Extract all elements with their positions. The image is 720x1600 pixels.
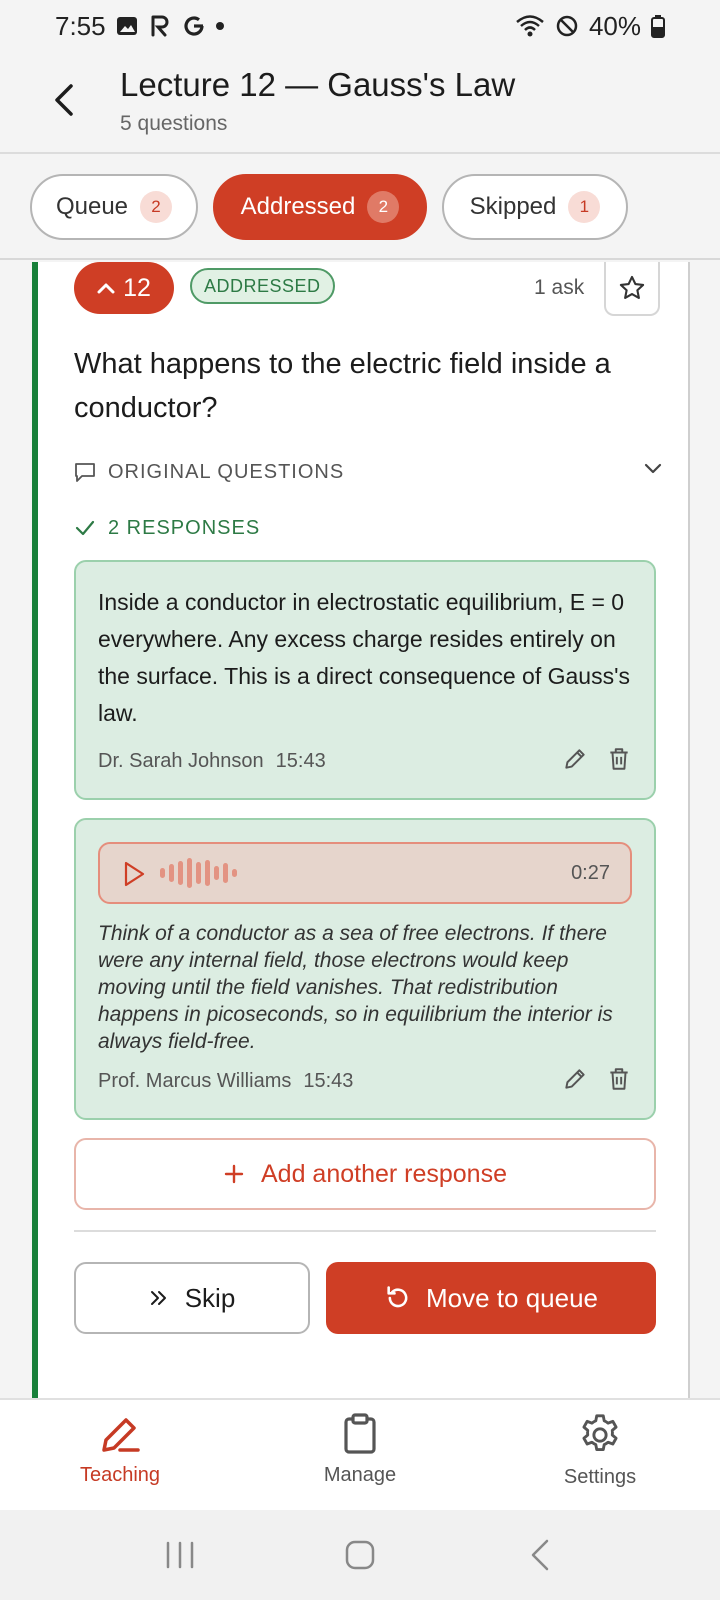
- skip-button[interactable]: Skip: [74, 1262, 310, 1334]
- status-badge: ADDRESSED: [190, 268, 335, 304]
- vote-count: 12: [123, 273, 151, 302]
- chevron-down-icon: [644, 463, 662, 474]
- divider: [74, 1230, 656, 1232]
- nav-manage[interactable]: Manage: [260, 1412, 460, 1502]
- nav-label: Settings: [563, 1466, 637, 1488]
- tab-label: Queue: [55, 193, 129, 220]
- move-to-queue-label: Move to queue: [425, 1282, 598, 1313]
- back-icon: [531, 1539, 549, 1571]
- notification-dot: [215, 22, 224, 30]
- trash-icon: [610, 1068, 628, 1090]
- google-icon: [182, 14, 206, 38]
- play-icon: [124, 861, 145, 887]
- recent-apps-icon: [166, 1541, 194, 1569]
- status-right: 40%: [515, 11, 665, 42]
- original-questions-toggle[interactable]: ORIGINAL QUESTIONS: [74, 452, 664, 492]
- ask-count: 1 ask: [534, 276, 585, 299]
- clipboard-icon: [344, 1413, 376, 1454]
- recent-apps-button[interactable]: [150, 1525, 210, 1585]
- audio-player[interactable]: 0:27: [98, 842, 632, 904]
- star-button[interactable]: [604, 262, 660, 316]
- status-left: 7:55: [55, 11, 224, 42]
- responses-header: 2 RESPONSES: [74, 510, 260, 546]
- question-card: 12 ADDRESSED 1 ask What happens to the e…: [32, 262, 690, 1398]
- response-author: Prof. Marcus Williams: [98, 1070, 292, 1092]
- clock: 7:55: [55, 10, 106, 41]
- nav-teaching[interactable]: Teaching: [20, 1412, 220, 1502]
- check-icon: [75, 520, 95, 536]
- response-card-audio: 0:27 Think of a conductor as a sea of fr…: [74, 818, 656, 1120]
- upvote-button[interactable]: 12: [74, 262, 174, 314]
- response-meta: Prof. Marcus Williams 15:43: [98, 1070, 353, 1093]
- delete-button[interactable]: [606, 746, 632, 777]
- system-navigation: [0, 1510, 720, 1600]
- bottom-navigation: Teaching Manage Settings: [0, 1398, 720, 1510]
- nav-settings[interactable]: Settings: [500, 1412, 700, 1502]
- response-card: Inside a conductor in electrostatic equi…: [74, 560, 656, 800]
- home-button[interactable]: [330, 1525, 390, 1585]
- app-header: Lecture 12 — Gauss's Law 5 questions: [0, 52, 720, 154]
- chevron-up-icon: [97, 283, 115, 294]
- response-text: Inside a conductor in electrostatic equi…: [98, 589, 630, 726]
- tab-addressed[interactable]: Addressed 2: [213, 174, 427, 240]
- page-title: Lecture 12 — Gauss's Law: [120, 66, 516, 103]
- add-response-label: Add another response: [260, 1159, 507, 1188]
- move-to-queue-button[interactable]: Move to queue: [326, 1262, 656, 1334]
- r-app-icon: [148, 14, 172, 38]
- double-chevron-right-icon: [150, 1291, 166, 1305]
- nav-label: Teaching: [79, 1464, 161, 1486]
- add-response-button[interactable]: Add another response: [74, 1138, 656, 1210]
- filter-tabs: Queue 2 Addressed 2 Skipped 1: [0, 154, 720, 260]
- undo-icon: [387, 1286, 408, 1308]
- wifi-icon: [515, 14, 545, 38]
- tab-label: Addressed: [240, 193, 356, 220]
- back-arrow-icon: [55, 84, 73, 116]
- do-not-disturb-icon: [555, 14, 579, 38]
- tab-count-badge: 2: [367, 191, 400, 223]
- response-time: 15:43: [303, 1070, 354, 1092]
- pencil-icon: [565, 749, 585, 769]
- tab-count-badge: 1: [568, 191, 601, 223]
- question-list[interactable]: 12 ADDRESSED 1 ask What happens to the e…: [0, 262, 720, 1398]
- audio-duration: 0:27: [571, 862, 610, 884]
- nav-label: Manage: [323, 1464, 397, 1486]
- response-actions: [562, 746, 632, 777]
- question-count: 5 questions: [120, 112, 228, 135]
- plus-icon: [224, 1164, 244, 1184]
- responses-count-label: 2 RESPONSES: [108, 516, 261, 539]
- trash-icon: [610, 748, 628, 770]
- back-button[interactable]: [44, 76, 84, 124]
- star-icon: [619, 275, 645, 299]
- response-actions: [562, 1066, 632, 1097]
- play-button[interactable]: [122, 860, 146, 893]
- edit-button[interactable]: [562, 746, 588, 777]
- audio-transcript: Think of a conductor as a sea of free el…: [98, 922, 613, 1053]
- skip-label: Skip: [184, 1282, 236, 1313]
- response-author: Dr. Sarah Johnson: [98, 750, 264, 772]
- tab-queue[interactable]: Queue 2: [30, 174, 198, 240]
- question-text: What happens to the electric field insid…: [74, 348, 611, 424]
- comment-icon: [75, 463, 95, 482]
- response-meta: Dr. Sarah Johnson 15:43: [98, 750, 326, 773]
- battery-percent: 40%: [588, 10, 641, 41]
- system-back-button[interactable]: [510, 1525, 570, 1585]
- waveform-icon: [160, 858, 237, 888]
- home-icon: [345, 1540, 375, 1570]
- gear-icon: [582, 1414, 618, 1452]
- battery-icon: [651, 14, 665, 38]
- pencil-icon: [102, 1418, 140, 1452]
- tab-skipped[interactable]: Skipped 1: [442, 174, 628, 240]
- delete-button[interactable]: [606, 1066, 632, 1097]
- tab-count-badge: 2: [140, 191, 173, 223]
- original-questions-label: ORIGINAL QUESTIONS: [108, 460, 345, 483]
- edit-button[interactable]: [562, 1066, 588, 1097]
- status-bar: 7:55 40%: [0, 0, 720, 52]
- gallery-icon: [116, 15, 138, 37]
- pencil-icon: [565, 1069, 585, 1089]
- response-time: 15:43: [275, 750, 326, 772]
- tab-label: Skipped: [469, 193, 557, 220]
